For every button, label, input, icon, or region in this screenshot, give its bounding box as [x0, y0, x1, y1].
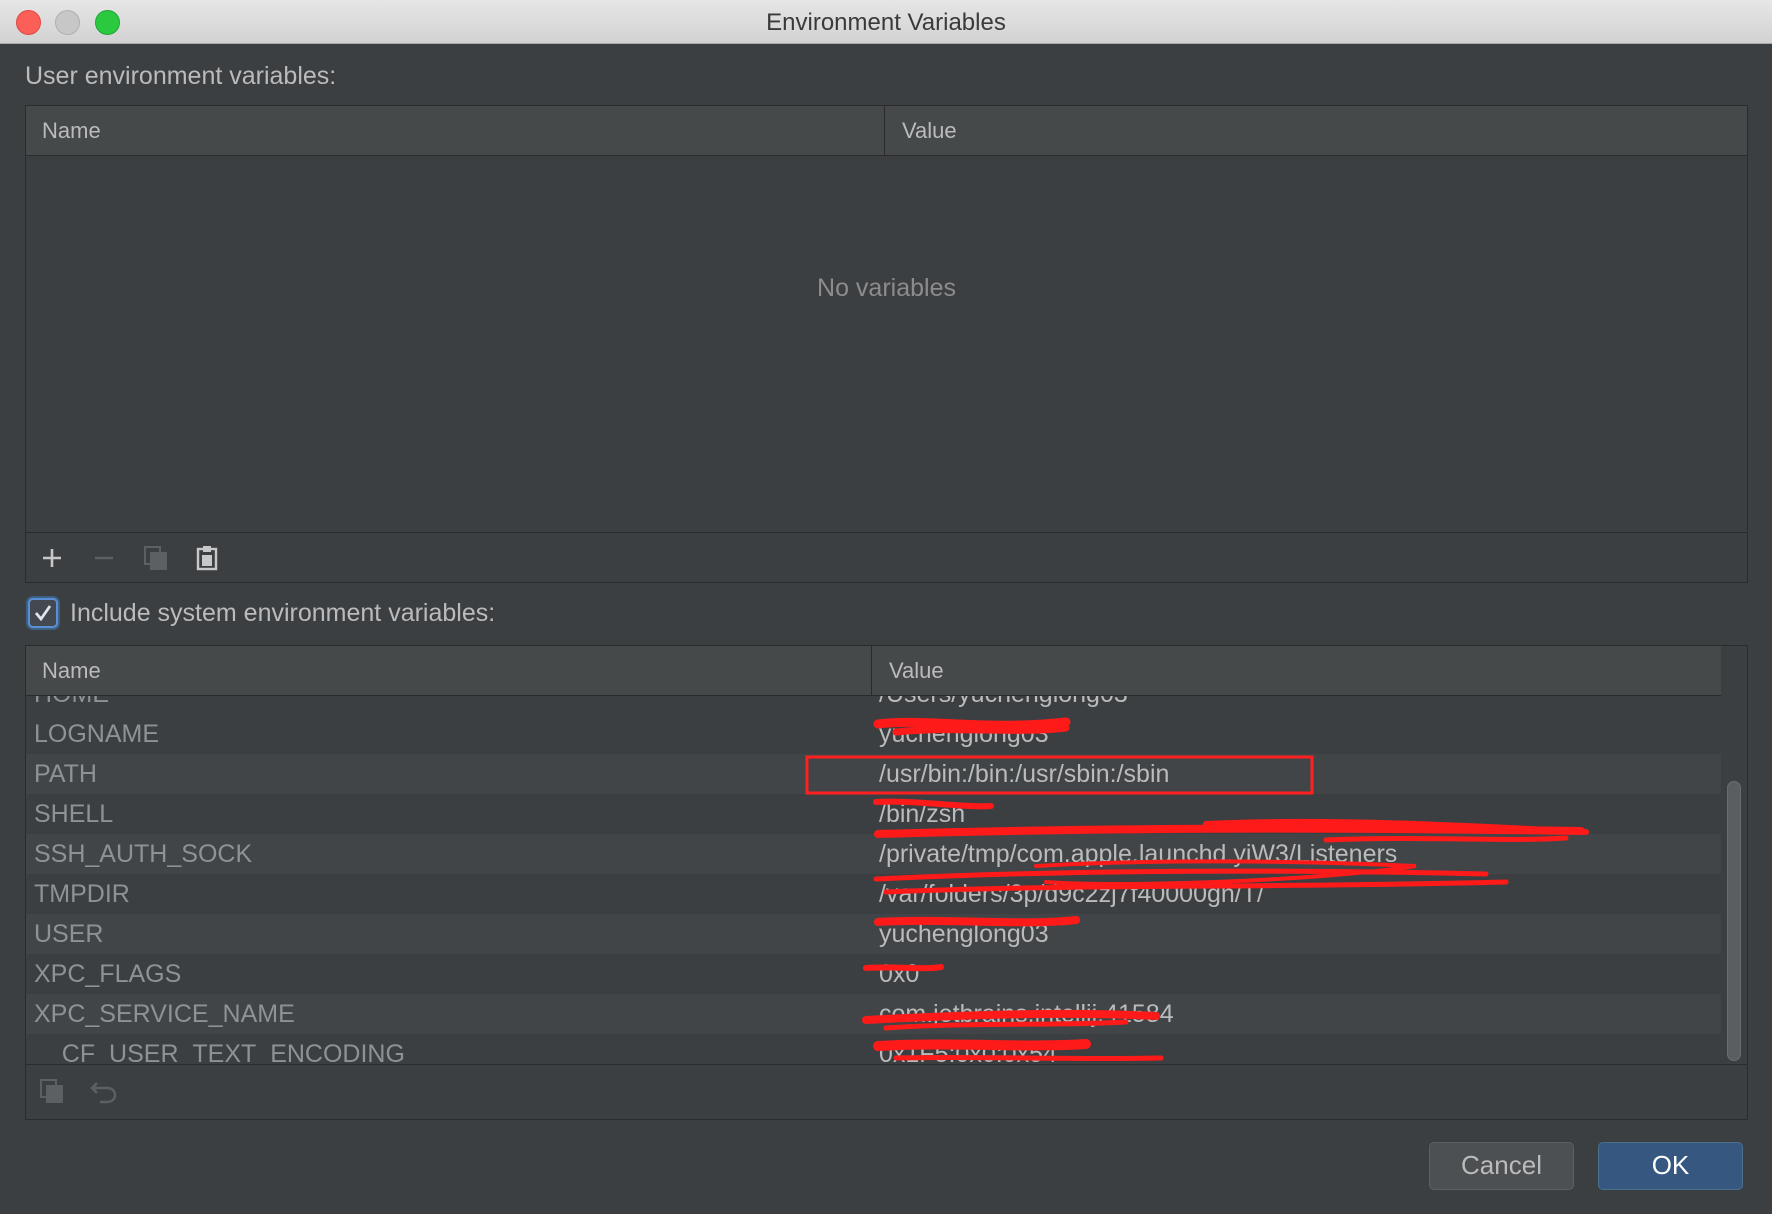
path-highlight-box [805, 755, 1314, 795]
ok-button[interactable]: OK [1598, 1142, 1743, 1190]
system-table-toolbar [26, 1064, 1747, 1119]
undo-icon [90, 1082, 117, 1104]
checkmark-icon [34, 605, 52, 622]
system-table-header: Name Value [26, 646, 1721, 696]
annotation-overlay [805, 717, 1589, 1062]
user-column-value-header[interactable]: Value [902, 106, 957, 155]
remove-variable-button[interactable] [90, 544, 118, 572]
copy-system-variable-button[interactable] [38, 1077, 66, 1105]
user-table-header: Name Value [26, 106, 1747, 156]
user-column-name-header[interactable]: Name [42, 106, 101, 155]
system-column-value-header[interactable]: Value [889, 646, 944, 695]
copy-icon [40, 1079, 63, 1103]
include-system-variables-checkbox[interactable] [28, 598, 58, 628]
add-icon [43, 549, 61, 567]
title-bar: Environment Variables [0, 0, 1772, 44]
paste-variable-button[interactable] [193, 544, 221, 572]
paste-icon [196, 546, 218, 571]
reset-variables-button[interactable] [90, 1077, 118, 1105]
remove-icon [95, 556, 113, 560]
user-variables-label: User environment variables: [25, 62, 337, 90]
cancel-button[interactable]: Cancel [1429, 1142, 1574, 1190]
vertical-scrollbar[interactable] [1721, 646, 1747, 1064]
window-title: Environment Variables [766, 9, 1006, 36]
copy-icon [144, 546, 167, 570]
user-table-toolbar [26, 532, 1747, 582]
column-divider[interactable] [884, 106, 885, 155]
user-variables-table: Name Value No variables [25, 105, 1748, 583]
copy-variable-button[interactable] [142, 544, 170, 572]
system-column-name-header[interactable]: Name [42, 646, 101, 695]
redaction-scribbles [862, 717, 1589, 1062]
column-divider[interactable] [871, 646, 872, 695]
system-variables-rows[interactable]: HOME /Users/yuchenglong03 LOGNAME yuchen… [26, 696, 1744, 1064]
scrollbar-thumb[interactable] [1727, 781, 1741, 1061]
empty-state-text: No variables [817, 274, 956, 302]
include-system-variables-label[interactable]: Include system environment variables: [70, 599, 495, 628]
add-variable-button[interactable] [38, 544, 66, 572]
system-variables-table: Name Value HOME /Users/yuchenglong03 LOG… [25, 645, 1748, 1120]
